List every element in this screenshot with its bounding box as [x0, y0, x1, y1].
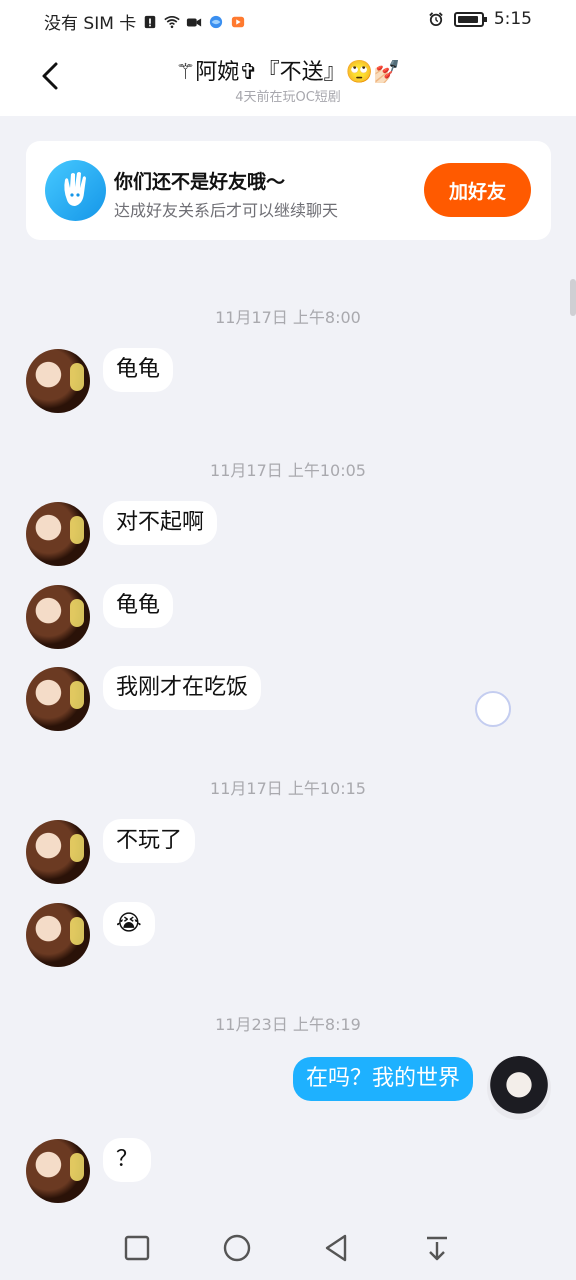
timestamp: 11月17日 上午8:00 [215, 308, 361, 327]
contact-avatar[interactable] [26, 585, 90, 649]
chat-header: ⚚阿婉✞『不送』🙄💅🏻 4天前在玩OC短剧 [0, 38, 576, 116]
card-title: 你们还不是好友哦～ [114, 171, 286, 193]
message-bubble[interactable]: 对不起啊 [103, 501, 218, 545]
home-icon[interactable] [221, 1232, 253, 1264]
timestamp: 11月17日 上午10:15 [210, 779, 366, 798]
status-bar: 没有 SIM 卡 5:15 [0, 0, 576, 38]
status-right: 5:15 [428, 9, 532, 29]
contact-avatar[interactable] [26, 1139, 90, 1203]
system-nav-bar [0, 1216, 576, 1280]
chat-title[interactable]: ⚚阿婉✞『不送』🙄💅🏻 [0, 54, 576, 86]
timestamp: 11月17日 上午10:05 [210, 461, 366, 480]
video-icon [187, 17, 202, 26]
message-bubble[interactable]: 😭 [103, 902, 155, 946]
contact-avatar[interactable] [26, 903, 90, 967]
wifi-icon [164, 15, 180, 28]
contact-avatar[interactable] [26, 349, 90, 413]
my-avatar[interactable] [487, 1056, 551, 1120]
wave-hand-icon [45, 160, 106, 221]
message-bubble[interactable]: 龟龟 [103, 584, 174, 628]
contact-avatar[interactable] [26, 667, 90, 731]
alert-icon [145, 15, 156, 28]
loading-indicator [475, 691, 511, 727]
alarm-icon [429, 12, 443, 26]
add-friend-card: 你们还不是好友哦～ 达成好友关系后才可以继续聊天 加好友 [26, 141, 551, 240]
contact-avatar[interactable] [26, 820, 90, 884]
carrier-text: 没有 SIM 卡 [44, 14, 137, 34]
timestamp: 11月23日 上午8:19 [215, 1015, 361, 1034]
message-bubble[interactable]: ？ [103, 1138, 152, 1182]
status-left: 没有 SIM 卡 [44, 9, 246, 34]
clock-text: 5:15 [493, 9, 532, 29]
back-icon[interactable] [321, 1232, 353, 1264]
message-bubble[interactable]: 不玩了 [103, 819, 196, 863]
notification-pull-icon[interactable] [421, 1232, 453, 1264]
message-bubble[interactable]: 我刚才在吃饭 [103, 666, 262, 710]
recent-apps-icon[interactable] [121, 1232, 153, 1264]
message-bubble-outgoing[interactable]: 在吗？我的世界 [292, 1057, 473, 1101]
contact-avatar[interactable] [26, 502, 90, 566]
add-friend-button[interactable]: 加好友 [424, 163, 531, 217]
chat-subtitle: 4天前在玩OC短剧 [235, 90, 341, 105]
card-subtitle: 达成好友关系后才可以继续聊天 [114, 201, 339, 220]
bilibili-icon [232, 16, 245, 27]
browser-icon [210, 15, 223, 28]
message-bubble[interactable]: 龟龟 [103, 348, 174, 392]
battery-icon [453, 11, 487, 27]
